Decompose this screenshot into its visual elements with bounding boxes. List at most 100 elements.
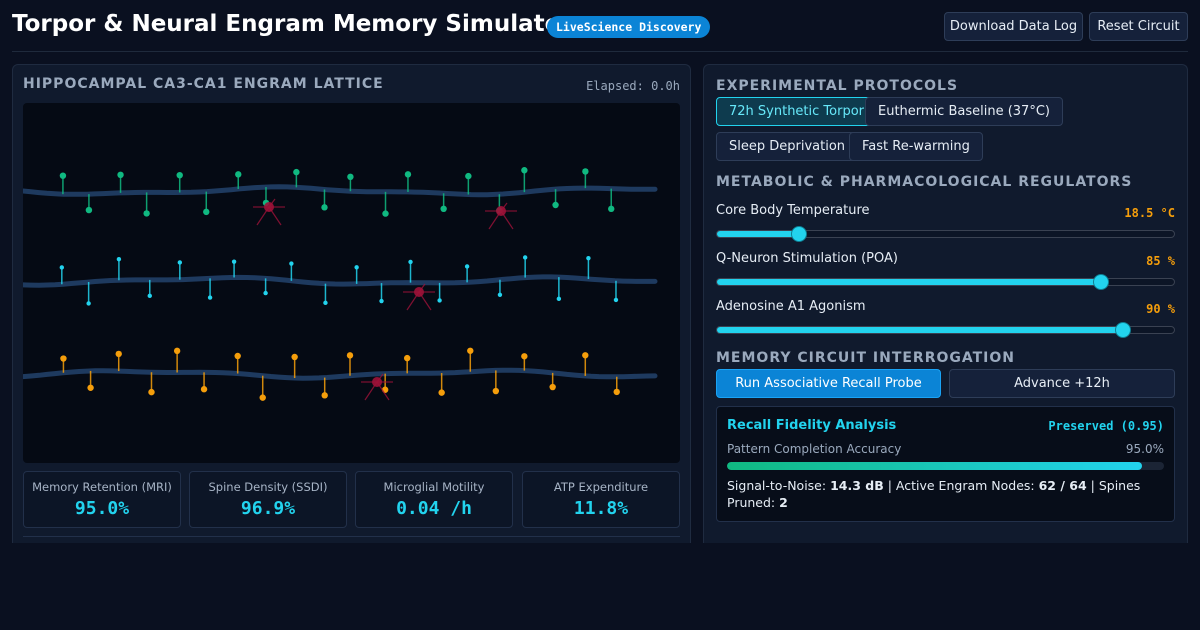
dendritic-spine-head — [556, 296, 562, 302]
dendritic-spine-head — [176, 171, 183, 179]
pruned-value: 2 — [779, 495, 788, 510]
dendrite-shaft — [23, 184, 658, 198]
metric-value: 11.8% — [573, 498, 629, 519]
engram-lattice-canvas[interactable] — [23, 103, 680, 463]
dendritic-spine-head — [86, 301, 91, 306]
dendritic-spine-head — [467, 347, 474, 354]
slider-thumb[interactable] — [791, 226, 808, 242]
metric-value: 0.04 /h — [396, 498, 472, 519]
protocols-title: EXPERIMENTAL PROTOCOLS — [716, 78, 959, 94]
dendritic-spine-head — [354, 265, 359, 270]
dendritic-spine-head — [464, 264, 470, 269]
metric-atp-expenditure: ATP Expenditure 11.8% — [522, 471, 680, 528]
dendritic-spine-head — [382, 210, 389, 217]
accuracy-label: Pattern Completion Accuracy — [727, 442, 902, 456]
metric-label: Spine Density (SSDI) — [208, 480, 328, 494]
metric-microglial-motility: Microglial Motility 0.04 /h — [355, 471, 513, 528]
recall-status: Preserved (0.95) — [1048, 419, 1164, 433]
adenosine-slider[interactable] — [716, 326, 1175, 334]
dendritic-spine-head — [582, 352, 589, 359]
nodes-value: 62 / 64 — [1038, 478, 1087, 493]
accuracy-value: 95.0% — [1125, 442, 1164, 456]
dendritic-spine-head — [321, 204, 328, 211]
dendritic-spine-head — [521, 167, 528, 174]
dendrite-shaft — [23, 367, 658, 381]
dendritic-spine-head — [437, 298, 442, 303]
dendritic-spine-head — [403, 354, 411, 362]
dendritic-spine-head — [235, 171, 242, 178]
dendritic-spine-head — [438, 389, 445, 396]
dendritic-spine-head — [613, 297, 619, 303]
page-title: Torpor & Neural Engram Memory Simulator — [12, 11, 572, 37]
dendritic-spine-head — [404, 171, 412, 178]
slider-fill — [717, 279, 1102, 285]
run-recall-probe-button[interactable]: Run Associative Recall Probe — [716, 369, 941, 398]
dendritic-spine-head — [552, 201, 559, 209]
dendritic-spine-head — [497, 292, 503, 297]
microglia-cell — [496, 206, 506, 216]
interrogation-title: MEMORY CIRCUIT INTERROGATION — [716, 350, 1016, 366]
snr-label: Signal-to-Noise: — [727, 478, 827, 493]
slider-thumb[interactable] — [1114, 322, 1131, 338]
protocol-euthermic-baseline-button[interactable]: Euthermic Baseline (37°C) — [865, 97, 1063, 126]
recall-analysis-card: Recall Fidelity Analysis Preserved (0.95… — [716, 406, 1175, 522]
recall-stats: Signal-to-Noise: 14.3 dB | Active Engram… — [727, 478, 1141, 510]
reset-circuit-button[interactable]: Reset Circuit — [1089, 12, 1188, 41]
dendritic-spine-head — [379, 298, 384, 304]
microglia-cell — [264, 202, 274, 212]
dendritic-spine-head — [522, 255, 528, 260]
dendritic-spine-head — [346, 352, 354, 359]
dendritic-spine-head — [381, 386, 389, 393]
protocol-sleep-deprivation-button[interactable]: Sleep Deprivation — [716, 132, 859, 161]
advance-time-button[interactable]: Advance +12h — [949, 369, 1175, 398]
core-temperature-slider[interactable] — [716, 230, 1175, 238]
dendritic-spine-head — [408, 259, 413, 265]
dendritic-spine-head — [59, 172, 67, 179]
metric-spine-density: Spine Density (SSDI) 96.9% — [189, 471, 347, 528]
snr-value: 14.3 dB — [830, 478, 884, 493]
dendritic-spine-head — [115, 350, 122, 358]
recall-title: Recall Fidelity Analysis — [727, 418, 897, 433]
dendritic-spine-head — [549, 383, 556, 391]
dendritic-spine-head — [321, 392, 328, 399]
slider-label: Q-Neuron Stimulation (POA) — [716, 251, 898, 266]
dendritic-spine-head — [263, 290, 268, 296]
slider-value: 90 % — [1146, 302, 1175, 316]
dendritic-spine-head — [207, 295, 213, 300]
download-log-button[interactable]: Download Data Log — [944, 12, 1083, 41]
microglia-cell — [372, 377, 382, 387]
dendritic-spine-head — [289, 261, 294, 266]
accuracy-progress-fill — [727, 462, 1143, 470]
dendrite-shaft — [23, 274, 658, 288]
metric-label: Memory Retention (MRI) — [32, 480, 172, 494]
divider — [23, 536, 680, 537]
dendritic-spine-head — [347, 173, 354, 181]
dendritic-spine-head — [521, 353, 528, 360]
dendritic-spine-head — [148, 388, 155, 396]
accuracy-progress-bar — [727, 462, 1164, 470]
nodes-label: Active Engram Nodes: — [895, 478, 1035, 493]
metric-label: ATP Expenditure — [553, 480, 649, 494]
dendritic-spine-head — [465, 172, 472, 180]
dendritic-spine-head — [582, 168, 589, 175]
slider-fill — [717, 327, 1124, 333]
dendritic-spine-head — [323, 300, 328, 306]
slider-label: Adenosine A1 Agonism — [716, 299, 866, 314]
dendritic-spine-head — [173, 347, 181, 355]
dendritic-spine-head — [608, 205, 615, 213]
dendritic-spine-head — [586, 255, 591, 261]
dendritic-spine-head — [613, 388, 620, 396]
engram-lattice-svg — [23, 167, 658, 401]
dendritic-spine-head — [492, 387, 500, 395]
regulators-title: METABOLIC & PHARMACOLOGICAL REGULATORS — [716, 174, 1133, 190]
protocol-fast-rewarming-button[interactable]: Fast Re-warming — [849, 132, 983, 161]
dendritic-spine-head — [259, 394, 266, 401]
microglia-cell — [414, 287, 424, 297]
dendritic-spine-head — [117, 171, 124, 179]
dendritic-spine-head — [177, 260, 183, 265]
slider-thumb[interactable] — [1092, 274, 1109, 290]
dendritic-spine-head — [147, 293, 152, 299]
slider-value: 85 % — [1146, 254, 1175, 268]
protocol-synthetic-torpor-button[interactable]: 72h Synthetic Torpor — [716, 97, 878, 126]
dendritic-spine-head — [440, 205, 447, 213]
